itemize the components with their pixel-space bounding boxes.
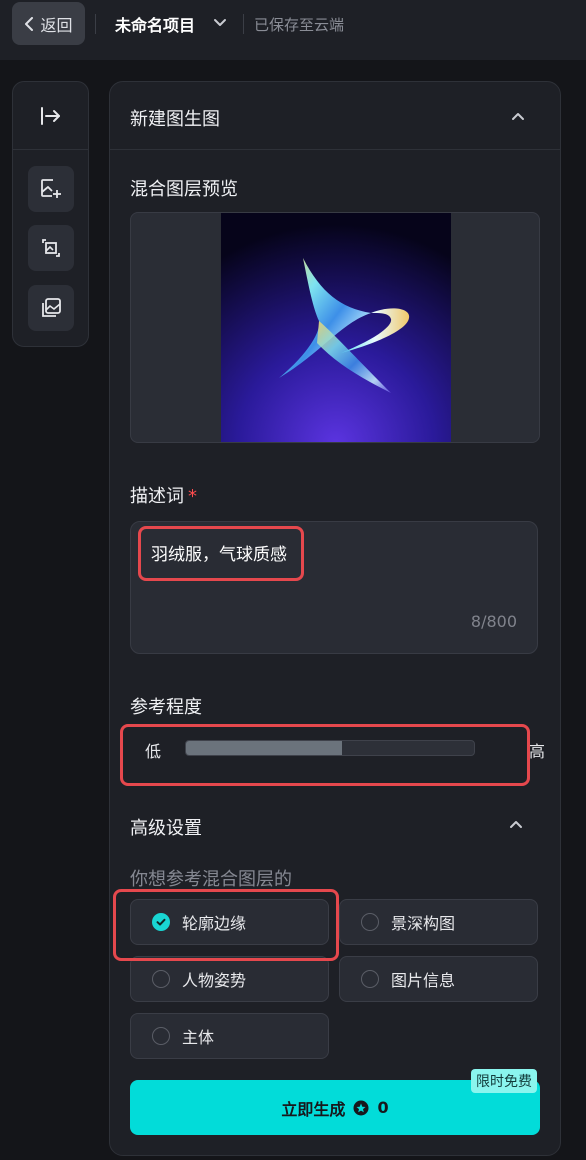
expand-panel-icon bbox=[40, 106, 60, 125]
prompt-input[interactable]: 羽绒服，气球质感 8/800 bbox=[130, 521, 538, 654]
chevron-left-icon bbox=[25, 16, 34, 31]
expand-panel-button[interactable] bbox=[13, 82, 88, 150]
option-person-pose[interactable]: 人物姿势 bbox=[130, 956, 329, 1002]
chevron-up-icon[interactable] bbox=[508, 816, 524, 832]
promo-badge: 限时免费 bbox=[471, 1069, 537, 1093]
prompt-value: 羽绒服，气球质感 bbox=[151, 545, 287, 565]
top-bar: 返回 未命名项目 已保存至云端 bbox=[0, 0, 586, 60]
generate-label: 立即生成 bbox=[281, 1099, 346, 1119]
preview-image bbox=[221, 213, 451, 442]
credit-coin-icon bbox=[353, 1100, 369, 1115]
image-transform-icon bbox=[42, 239, 60, 257]
option-label: 景深构图 bbox=[391, 914, 456, 933]
back-label: 返回 bbox=[40, 15, 73, 35]
generation-panel: 新建图生图 混合图层预览 描述词 * 羽绒服，气球质感 8/800 参考程度 低… bbox=[109, 81, 561, 1156]
reference-slider: 低 高 bbox=[130, 732, 545, 764]
image-gallery-icon bbox=[42, 298, 61, 317]
advanced-question: 你想参考混合图层的 bbox=[130, 869, 292, 890]
option-label: 图片信息 bbox=[391, 971, 456, 990]
option-image-info[interactable]: 图片信息 bbox=[339, 956, 538, 1002]
preview-label: 混合图层预览 bbox=[130, 179, 238, 200]
project-title[interactable]: 未命名项目 bbox=[115, 12, 195, 36]
required-mark: * bbox=[188, 486, 197, 507]
prompt-label-text: 描述词 bbox=[130, 486, 184, 507]
generate-cost: 0 bbox=[377, 1098, 389, 1117]
option-depth-composition[interactable]: 景深构图 bbox=[339, 899, 538, 945]
radio-icon bbox=[361, 913, 379, 931]
image-gallery-button[interactable] bbox=[28, 285, 74, 331]
image-add-button[interactable] bbox=[28, 166, 74, 212]
slider-fill[interactable] bbox=[186, 741, 342, 755]
slider-low-label: 低 bbox=[145, 742, 162, 761]
radio-icon bbox=[152, 970, 170, 988]
advanced-label: 高级设置 bbox=[130, 818, 202, 839]
radio-icon bbox=[361, 970, 379, 988]
panel-header: 新建图生图 bbox=[110, 82, 560, 150]
layer-preview[interactable] bbox=[130, 212, 540, 443]
radio-icon bbox=[152, 1027, 170, 1045]
reference-label: 参考程度 bbox=[130, 697, 202, 718]
option-label: 主体 bbox=[182, 1028, 215, 1047]
chevron-up-icon[interactable] bbox=[510, 108, 526, 124]
left-toolbar bbox=[12, 81, 89, 347]
back-button[interactable]: 返回 bbox=[12, 2, 85, 45]
saved-status: 已保存至云端 bbox=[254, 16, 345, 34]
panel-title: 新建图生图 bbox=[130, 109, 220, 130]
prompt-label: 描述词 * bbox=[130, 482, 197, 508]
image-transform-button[interactable] bbox=[28, 225, 74, 271]
prompt-char-count: 8/800 bbox=[470, 612, 517, 631]
option-label: 人物姿势 bbox=[182, 971, 247, 990]
slider-track[interactable] bbox=[185, 740, 475, 756]
chevron-down-icon[interactable] bbox=[213, 16, 227, 30]
image-add-icon bbox=[41, 179, 61, 198]
option-subject[interactable]: 主体 bbox=[130, 1013, 329, 1059]
divider bbox=[95, 14, 96, 34]
divider bbox=[243, 14, 244, 34]
option-outline-edge[interactable]: 轮廓边缘 bbox=[130, 899, 329, 945]
slider-high-label: 高 bbox=[528, 742, 545, 761]
check-icon bbox=[152, 913, 170, 931]
option-label: 轮廓边缘 bbox=[182, 914, 247, 933]
